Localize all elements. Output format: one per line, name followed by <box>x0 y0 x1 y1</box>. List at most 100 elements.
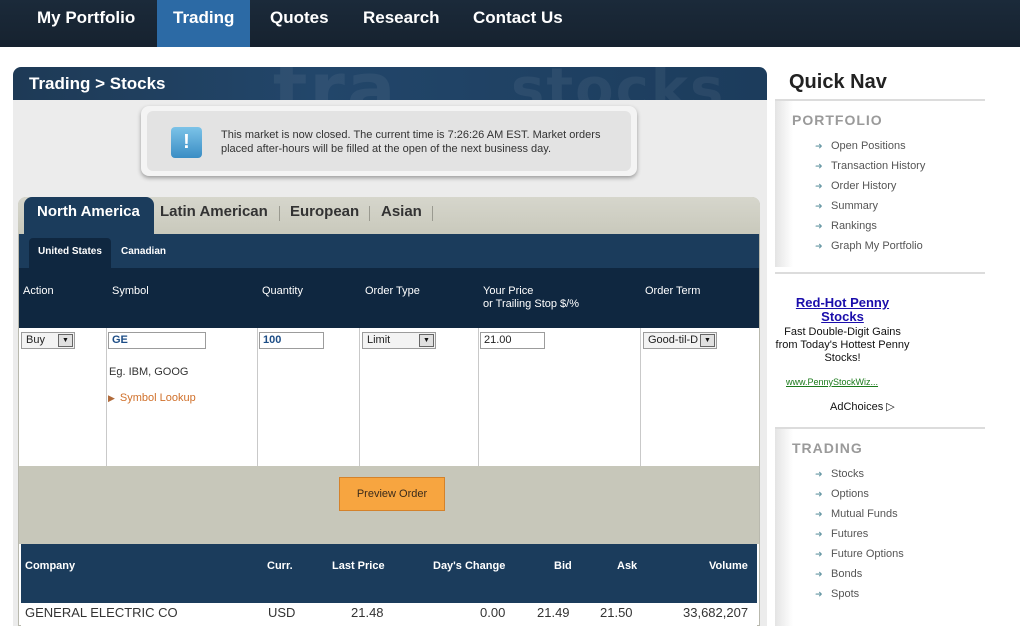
ad-url[interactable]: www.PennyStockWiz... <box>786 377 878 387</box>
notice-inner: ! This market is now closed. The current… <box>147 111 631 171</box>
chevron-down-icon[interactable]: ▼ <box>419 334 434 347</box>
col-bid: Bid <box>554 560 572 572</box>
arrow-right-icon: ➜ <box>815 221 823 231</box>
header-your-price: Your Price <box>483 285 534 297</box>
page-header: tra stocks Trading > Stocks <box>13 67 767 100</box>
tab-latin-american[interactable]: Latin American <box>154 197 274 234</box>
symbol-lookup-link[interactable]: ▶ Symbol Lookup <box>108 392 196 404</box>
arrow-right-icon: ➜ <box>815 489 823 499</box>
quote-currency: USD <box>268 605 296 620</box>
ad-title[interactable]: Red-Hot Penny Stocks <box>775 296 910 324</box>
link-order-history[interactable]: ➜ Order History <box>815 180 896 192</box>
link-summary[interactable]: ➜ Summary <box>815 200 878 212</box>
link-label: Summary <box>831 200 879 212</box>
link-label: Future Options <box>831 548 904 560</box>
link-label: Bonds <box>831 568 863 580</box>
arrow-right-icon: ➜ <box>815 241 823 251</box>
breadcrumb: Trading > Stocks <box>29 74 166 93</box>
quote-last-price: 21.48 <box>351 605 384 620</box>
subtab-united-states[interactable]: United States <box>29 238 111 268</box>
link-label: Order History <box>831 180 897 192</box>
symbol-hint: Eg. IBM, GOOG <box>109 366 189 378</box>
link-options[interactable]: ➜ Options <box>815 488 869 500</box>
link-label: Futures <box>831 528 869 540</box>
quantity-input[interactable]: 100 <box>259 332 324 349</box>
header-order-term: Order Term <box>645 285 701 297</box>
arrow-right-icon: ➜ <box>815 141 823 151</box>
header-action: Action <box>23 285 54 297</box>
link-rankings[interactable]: ➜ Rankings <box>815 220 877 232</box>
link-future-options[interactable]: ➜ Future Options <box>815 548 904 560</box>
link-label: Stocks <box>831 468 865 480</box>
preview-order-button[interactable]: Preview Order <box>339 477 445 511</box>
link-label: Rankings <box>831 220 877 232</box>
order-type-select[interactable]: Limit ▼ <box>362 332 436 349</box>
tab-divider <box>279 206 280 221</box>
tab-divider <box>432 206 433 221</box>
quote-table-header: Company Curr. Last Price Day's Change Bi… <box>21 544 757 603</box>
arrow-right-icon: ➜ <box>815 549 823 559</box>
quote-days-change: 0.00 <box>480 605 506 620</box>
notice-message: This market is now closed. The current t… <box>221 129 601 155</box>
link-label: Mutual Funds <box>831 508 898 520</box>
arrow-right-icon: ➜ <box>815 509 823 519</box>
tab-north-america[interactable]: North America <box>24 197 154 234</box>
col-ask: Ask <box>617 560 638 572</box>
col-days-change: Day's Change <box>433 560 506 572</box>
order-term-select[interactable]: Good-til-D ▼ <box>643 332 717 349</box>
ad-choices[interactable]: AdChoices ▷ <box>830 400 895 413</box>
header-watermark: tra <box>273 67 398 100</box>
quote-company: GENERAL ELECTRIC CO <box>25 605 178 620</box>
table-row: GENERAL ELECTRIC CO USD 21.48 0.00 21.49… <box>21 603 757 626</box>
order-type-value: Limit <box>367 334 391 346</box>
order-form-header: Action Symbol Quantity Order Type Your P… <box>19 268 759 328</box>
nav-quotes[interactable]: Quotes <box>254 0 345 47</box>
link-stocks[interactable]: ➜ Stocks <box>815 468 864 480</box>
action-select[interactable]: Buy ▼ <box>21 332 75 349</box>
action-value: Buy <box>26 334 45 346</box>
trading-box <box>775 427 985 626</box>
country-subtabs: United States Canadian <box>19 234 759 268</box>
top-nav: My Portfolio Trading Quotes Research Con… <box>0 0 1020 47</box>
symbol-lookup-label: Symbol Lookup <box>119 392 196 404</box>
header-watermark-2: stocks <box>511 67 726 100</box>
link-label: Transaction History <box>831 160 926 172</box>
ad-text: Fast Double-Digit Gains from Today's Hot… <box>775 326 910 364</box>
portfolio-heading: PORTFOLIO <box>792 112 883 128</box>
chevron-down-icon[interactable]: ▼ <box>700 334 715 347</box>
col-company: Company <box>25 560 76 572</box>
trading-heading: TRADING <box>792 440 863 456</box>
ad-box: Red-Hot Penny Stocks Fast Double-Digit G… <box>775 272 985 418</box>
tab-european[interactable]: European <box>284 197 365 234</box>
arrow-right-icon: ➜ <box>815 161 823 171</box>
link-open-positions[interactable]: ➜ Open Positions <box>815 140 906 152</box>
arrow-right-icon: ➜ <box>815 569 823 579</box>
market-closed-notice: ! This market is now closed. The current… <box>141 106 637 176</box>
link-graph-my-portfolio[interactable]: ➜ Graph My Portfolio <box>815 240 923 252</box>
arrow-right-icon: ➜ <box>815 529 823 539</box>
price-input[interactable]: 21.00 <box>480 332 545 349</box>
nav-trading[interactable]: Trading <box>157 0 250 47</box>
header-trailing-stop: or Trailing Stop $/% <box>483 298 579 310</box>
region-tabs: North America Latin American European As… <box>18 197 760 234</box>
header-order-type: Order Type <box>365 285 420 297</box>
tab-asian[interactable]: Asian <box>375 197 428 234</box>
link-spots[interactable]: ➜ Spots <box>815 588 859 600</box>
arrow-right-icon: ➜ <box>815 589 823 599</box>
ad-choices-label: AdChoices <box>830 401 884 413</box>
link-bonds[interactable]: ➜ Bonds <box>815 568 862 580</box>
nav-contact-us[interactable]: Contact Us <box>457 0 579 47</box>
chevron-down-icon[interactable]: ▼ <box>58 334 73 347</box>
nav-research[interactable]: Research <box>347 0 456 47</box>
col-currency: Curr. <box>267 560 293 572</box>
info-icon: ! <box>171 127 202 158</box>
symbol-input[interactable]: GE <box>108 332 206 349</box>
subtab-canadian[interactable]: Canadian <box>112 238 175 268</box>
link-label: Graph My Portfolio <box>831 240 923 252</box>
col-volume: Volume <box>709 560 748 572</box>
tab-divider <box>369 206 370 221</box>
link-mutual-funds[interactable]: ➜ Mutual Funds <box>815 508 898 520</box>
link-transaction-history[interactable]: ➜ Transaction History <box>815 160 925 172</box>
nav-my-portfolio[interactable]: My Portfolio <box>21 0 151 47</box>
link-futures[interactable]: ➜ Futures <box>815 528 868 540</box>
